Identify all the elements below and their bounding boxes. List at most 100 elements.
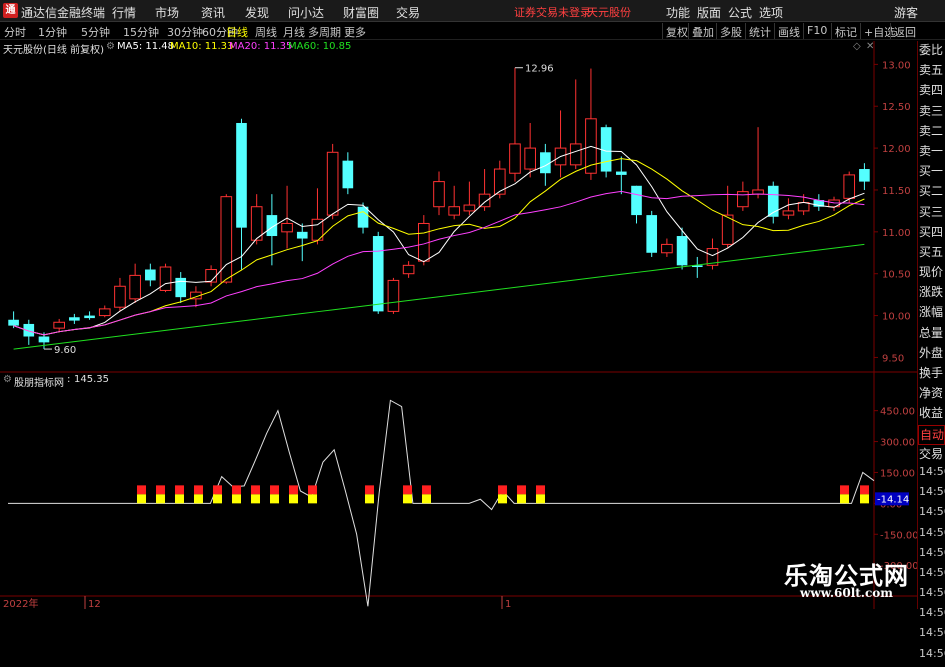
candle-body <box>463 204 476 212</box>
y-tick-label: 11.50 <box>882 186 911 197</box>
y-tick-label: 13.00 <box>882 60 911 71</box>
signal-red-block <box>517 485 526 495</box>
candle-body <box>615 171 627 175</box>
candle-body <box>631 185 642 216</box>
settings-gear-icon[interactable]: ⚙ <box>106 41 115 52</box>
quote-label: 买一 <box>919 164 944 179</box>
signal-red-block <box>289 485 298 495</box>
candle-body <box>53 321 65 329</box>
x-label-jan: 1 <box>505 599 511 609</box>
quote-label: 卖三 <box>919 103 944 118</box>
candle-body <box>342 160 354 189</box>
trade-time: 14:56 <box>919 626 945 640</box>
ind-y-tick-label: 150.00 <box>880 468 915 479</box>
trade-time: 14:56 <box>919 464 945 478</box>
quote-label: 净资 <box>919 386 944 401</box>
candle-body <box>752 189 764 195</box>
candle-body <box>129 274 141 300</box>
kline-chart[interactable]: 12.96 9.60 13.00 12.50 12.00 11.50 11.00 10.50… <box>0 0 945 609</box>
candle-body <box>98 308 111 317</box>
candle-body <box>296 231 308 239</box>
trade-time: 14:56 <box>919 525 945 539</box>
signal-red-block <box>232 485 241 495</box>
indicator-layer <box>8 399 875 607</box>
quote-label: 买二 <box>919 184 944 199</box>
signal-yellow-block <box>232 494 241 504</box>
current-value-label: -14.14 <box>877 494 909 505</box>
y-tick-label: 10.00 <box>882 312 911 323</box>
signal-red-block <box>175 485 184 495</box>
candle-body <box>372 236 384 312</box>
quote-label: 买五 <box>919 244 944 259</box>
candle-body <box>646 215 658 253</box>
candle-body <box>145 269 156 281</box>
y-tick-label: 12.00 <box>882 144 911 155</box>
chart-grid <box>0 41 917 609</box>
trade-time: 14:56 <box>919 545 945 559</box>
trade-time: 14:56 <box>919 606 945 620</box>
quote-panel: 委比 卖五 卖四 卖三 卖二 卖一 买一 买二 买三 买四 买五 现价 涨跌 涨幅 总量 外盘 换手 净资 收益 自动… <box>917 41 945 660</box>
candle-body <box>159 266 172 291</box>
candle-body <box>782 210 795 216</box>
signal-yellow-block <box>308 494 317 504</box>
ind-y-tick-label: 450.00 <box>880 407 915 418</box>
signal-red-block <box>137 485 146 495</box>
quote-label: 卖四 <box>919 83 944 98</box>
axes-layer: 13.00 12.50 12.00 11.50 11.00 10.50 10.00 9.50 4… <box>3 60 919 609</box>
signal-yellow-block <box>156 494 165 504</box>
signal-red-block <box>840 485 849 495</box>
candle-body <box>448 206 461 216</box>
ma5-label: MA5: 11.48 <box>117 41 175 52</box>
auto-tab[interactable]: 自动 <box>918 424 945 445</box>
candle-body <box>236 122 247 228</box>
quote-label: 收益 <box>919 406 944 421</box>
candle-body <box>281 222 293 233</box>
candle-body <box>357 206 369 228</box>
signal-yellow-block <box>175 494 184 504</box>
trade-time: 14:56 <box>919 646 945 660</box>
quote-label: 涨跌 <box>919 285 944 300</box>
indicator-value: 145.35 <box>74 374 109 385</box>
signal-red-block <box>251 485 260 495</box>
quote-label: 总量 <box>919 325 944 340</box>
candle-body <box>8 319 19 326</box>
y-tick-label: 12.50 <box>882 102 911 113</box>
close-icon[interactable]: ✕ <box>866 41 874 52</box>
y-tick-label: 10.50 <box>882 270 911 281</box>
signal-yellow-block <box>860 494 869 504</box>
trade-label: 交易 <box>919 446 944 461</box>
indicator-gear-icon[interactable]: ⚙ <box>3 374 12 385</box>
candle-body <box>402 264 415 275</box>
signal-red-block <box>270 485 279 495</box>
ind-y-tick-label: -150.00 <box>880 530 919 541</box>
quote-label: 卖二 <box>919 123 944 138</box>
collapse-icon[interactable]: ◇ <box>853 41 861 52</box>
signal-yellow-block <box>194 494 203 504</box>
signal-yellow-block <box>213 494 222 504</box>
candle-body <box>69 317 80 321</box>
quote-label: 委比 <box>919 43 944 57</box>
signal-yellow-block <box>270 494 279 504</box>
trade-time: 14:56 <box>919 505 945 519</box>
y-tick-label: 11.00 <box>882 228 911 239</box>
candle-body <box>797 202 810 212</box>
candle-body <box>114 285 126 308</box>
signal-yellow-block <box>365 494 374 504</box>
candle-body <box>493 168 506 195</box>
candle-body <box>205 269 217 283</box>
signal-yellow-block <box>137 494 146 504</box>
ma60-line <box>13 243 865 350</box>
signal-yellow-block <box>517 494 526 504</box>
signal-yellow-block <box>403 494 412 504</box>
signal-yellow-block <box>536 494 545 504</box>
candle-body <box>540 152 551 174</box>
quote-label: 外盘 <box>919 345 944 360</box>
quote-label: 现价 <box>919 265 944 280</box>
candle-body <box>84 315 95 319</box>
x-label-year: 2022年 <box>3 597 38 609</box>
candle-body <box>38 336 50 343</box>
signal-yellow-block <box>251 494 260 504</box>
candle-body <box>509 143 521 174</box>
trade-time: 14:56 <box>919 586 945 600</box>
y-tick-label: 9.50 <box>882 353 904 364</box>
